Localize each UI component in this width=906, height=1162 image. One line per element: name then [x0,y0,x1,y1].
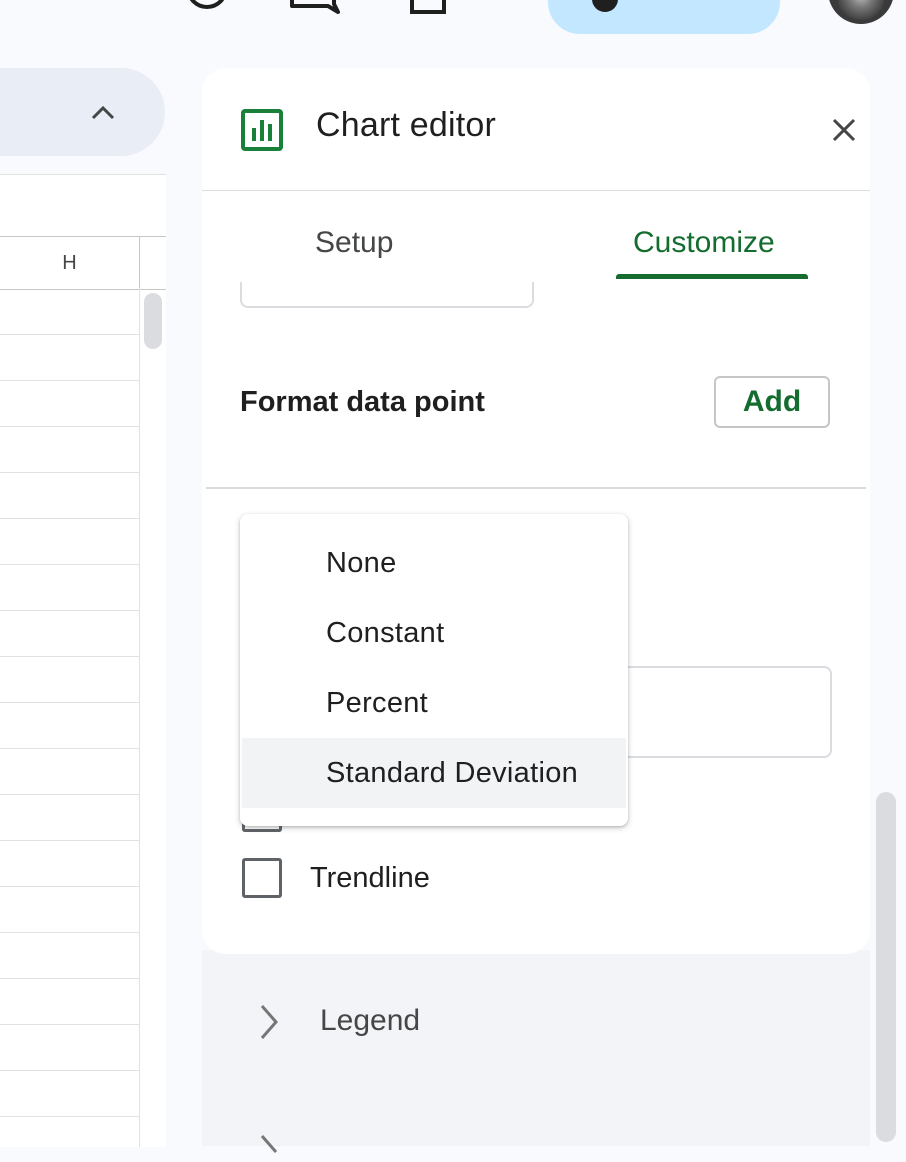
section-divider [206,487,866,489]
menu-item-constant[interactable]: Constant [240,598,628,668]
trendline-label: Trendline [310,862,430,894]
row-divider [0,1024,139,1025]
row-divider [0,840,139,841]
menu-item-standard-deviation[interactable]: Standard Deviation [242,738,626,808]
active-tab-indicator [616,274,808,279]
row-divider [0,978,139,979]
tab-customize[interactable]: Customize [633,226,775,260]
section-legend[interactable]: Legend [202,990,870,1060]
error-bar-value-field[interactable] [622,666,832,758]
section-legend-label: Legend [320,1004,421,1037]
row-divider [0,656,139,657]
name-box-bar [0,68,165,156]
column-header-h[interactable]: H [0,237,140,289]
account-avatar[interactable] [828,0,894,24]
series-select-field[interactable] [240,282,534,308]
chevron-right-icon[interactable] [254,1132,284,1162]
row-divider [0,748,139,749]
row-divider [0,334,139,335]
row-divider [0,610,139,611]
add-data-point-button[interactable]: Add [714,376,830,428]
row-divider [0,794,139,795]
row-divider [0,426,139,427]
trendline-checkbox[interactable] [242,858,282,898]
format-data-point-label: Format data point [240,386,485,418]
panel-scrollbar[interactable] [876,792,896,1142]
share-globe-icon [592,0,618,12]
menu-item-percent[interactable]: Percent [240,668,628,738]
row-divider [0,1116,139,1117]
row-divider [0,932,139,933]
video-call-icon[interactable] [410,0,460,14]
row-divider [0,702,139,703]
avatar-image [838,0,884,20]
share-button[interactable] [548,0,780,34]
sheet-scrollbar[interactable] [144,293,162,349]
chevron-right-icon [260,1005,278,1039]
column-header-row: H [0,236,166,290]
panel-title: Chart editor [316,106,497,144]
close-icon[interactable] [828,114,860,146]
panel-header: Chart editor [202,68,870,191]
error-bars-dropdown-menu: None Constant Percent Standard Deviation [240,514,628,826]
row-divider [0,564,139,565]
history-icon[interactable] [184,0,230,14]
comment-icon[interactable] [290,0,340,14]
tab-setup[interactable]: Setup [315,226,393,260]
row-divider [0,1070,139,1071]
chevron-up-icon[interactable] [88,98,118,128]
menu-item-none[interactable]: None [240,528,628,598]
chart-icon [241,109,283,151]
grid-divider [139,288,140,1147]
row-divider [0,472,139,473]
top-toolbar [0,0,906,40]
spreadsheet-grid: H [0,174,166,1147]
row-divider [0,518,139,519]
row-divider [0,380,139,381]
row-divider [0,886,139,887]
